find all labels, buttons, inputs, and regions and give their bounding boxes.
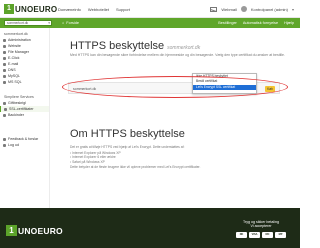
payment-info: Tryg og sikker betaling Vi accepterer DK… bbox=[236, 220, 286, 238]
top-nav: Domæneinfo Webhotellet Support bbox=[58, 7, 130, 12]
sidebar-item-label: MS SQL bbox=[8, 80, 22, 84]
page-title-text: HTTPS beskyttelse bbox=[70, 40, 165, 52]
browser-list: Internet Explorer på Windows XP Internet… bbox=[70, 151, 260, 165]
accepts-label: Vi accepterer bbox=[250, 224, 272, 228]
nav-webhotellet[interactable]: Webhotellet bbox=[88, 7, 109, 12]
section-title: Om HTTPS beskyttelse bbox=[70, 128, 185, 140]
domain-select-value: sommerkort.dk bbox=[7, 21, 29, 25]
chevron-down-icon: ▾ bbox=[48, 21, 50, 25]
orders-link[interactable]: Bestillinger bbox=[218, 21, 237, 25]
sidebar-item-label: Backinder bbox=[8, 113, 24, 117]
buy-button[interactable]: Køb bbox=[265, 86, 275, 92]
cursor-icon bbox=[3, 56, 6, 60]
sidebar-item-label: File Manager bbox=[8, 50, 29, 54]
logo-mark: 1 bbox=[4, 4, 14, 14]
nav-domaeneinfo[interactable]: Domæneinfo bbox=[58, 7, 81, 12]
sidebar: sommerkort.dk Administration Website Fil… bbox=[0, 28, 50, 208]
sidebar-item-label: Giftbeskrigl bbox=[8, 101, 26, 105]
logo-mark: 1 bbox=[6, 225, 17, 236]
green-nav-bar: sommerkort.dk ▾ ⌂ Forside Bestillinger A… bbox=[0, 18, 300, 28]
home-label: Forside bbox=[66, 21, 79, 25]
gear-icon bbox=[3, 38, 6, 42]
main-content: HTTPS beskyttelse sommerkort.dk Med HTTPS… bbox=[70, 40, 295, 58]
about-paragraph: Dette betyder at de fleste brugere ikke … bbox=[70, 165, 201, 170]
logout-icon bbox=[3, 143, 6, 147]
sidebar-item-label: DNS bbox=[8, 68, 16, 72]
payment-methods: DK VISA MC MP bbox=[236, 232, 286, 238]
user-icon[interactable] bbox=[240, 6, 247, 12]
folder-icon bbox=[3, 50, 6, 54]
dns-icon bbox=[3, 68, 6, 72]
top-bar: 1 UNOEURO Domæneinfo Webhotellet Support… bbox=[0, 0, 300, 18]
footer-logo: 1 UNOEURO bbox=[6, 225, 63, 236]
auto-renew-link[interactable]: Automatisk fornyelse bbox=[243, 21, 278, 25]
dankort-icon: DK bbox=[236, 232, 247, 238]
sidebar-domain: sommerkort.dk bbox=[4, 32, 28, 36]
about-paragraph: Det er gratis at tilføje HTTPS ved hjælp… bbox=[70, 145, 185, 149]
nav-support[interactable]: Support bbox=[116, 7, 130, 12]
visa-icon: VISA bbox=[249, 232, 260, 238]
gift-icon bbox=[3, 101, 6, 105]
certificate-type-dropdown[interactable]: Ikke HTTPS beskyttet Bestil certifikat L… bbox=[192, 73, 257, 94]
backup-icon bbox=[3, 113, 6, 117]
home-link[interactable]: ⌂ Forside bbox=[62, 21, 79, 25]
globe-icon bbox=[3, 44, 6, 48]
mobilepay-icon: MP bbox=[275, 232, 286, 238]
home-icon: ⌂ bbox=[62, 21, 65, 25]
green-right-links: Bestillinger Automatisk fornyelse Hjælp bbox=[218, 21, 294, 25]
sidebar-item-label: Administration bbox=[8, 38, 31, 42]
page-title: HTTPS beskyttelse sommerkort.dk bbox=[70, 40, 295, 52]
lock-icon bbox=[4, 107, 7, 111]
cert-domain: sommerkort.dk bbox=[73, 87, 97, 91]
sidebar-item-label: SSL-certifikater bbox=[9, 107, 34, 111]
webmail-link[interactable]: Webmail bbox=[221, 7, 237, 12]
database-icon bbox=[3, 74, 6, 78]
page-title-domain: sommerkort.dk bbox=[167, 45, 201, 51]
logo-text: UNOEURO bbox=[18, 225, 63, 236]
footer: 1 UNOEURO Tryg og sikker betaling Vi acc… bbox=[0, 208, 300, 248]
mail-icon bbox=[3, 62, 6, 66]
logo-text: UNOEURO bbox=[15, 4, 58, 14]
chevron-down-icon[interactable]: ▾ bbox=[292, 7, 294, 12]
unoeuro-logo[interactable]: 1 UNOEURO bbox=[4, 4, 57, 14]
domain-select[interactable]: sommerkort.dk ▾ bbox=[4, 20, 52, 26]
sidebar-item-label: Feedback & forslar bbox=[8, 137, 39, 141]
about-text: Det er gratis at tilføje HTTPS ved hjælp… bbox=[70, 145, 260, 170]
dropdown-option[interactable]: Let's Encrypt SSL certifikat bbox=[193, 84, 256, 90]
sidebar-item-label: Website bbox=[8, 44, 21, 48]
sidebar-item-logout[interactable]: Log ud bbox=[0, 142, 49, 148]
sidebar-item-label: E-Click bbox=[8, 56, 20, 60]
mastercard-icon: MC bbox=[262, 232, 273, 238]
help-link[interactable]: Hjælp bbox=[284, 21, 294, 25]
list-item: Safari på Windows XP bbox=[70, 160, 260, 165]
sidebar-section-title: Simpliere Services bbox=[4, 95, 34, 99]
sidebar-item-mssql[interactable]: MS SQL bbox=[0, 79, 49, 85]
account-link[interactable]: Kontrolpanel (admin) bbox=[251, 7, 288, 12]
mail-icon[interactable] bbox=[210, 6, 218, 12]
feedback-icon bbox=[3, 137, 6, 141]
sidebar-item-label: E-mail bbox=[8, 62, 19, 66]
sidebar-item-label: MySQL bbox=[8, 74, 20, 78]
page-description: Med HTTPS kan din besøgende sikre forbin… bbox=[70, 53, 285, 57]
database-icon bbox=[3, 80, 6, 84]
account-area: Webmail Kontrolpanel (admin) ▾ bbox=[210, 6, 294, 12]
sidebar-item-label: Log ud bbox=[8, 143, 19, 147]
